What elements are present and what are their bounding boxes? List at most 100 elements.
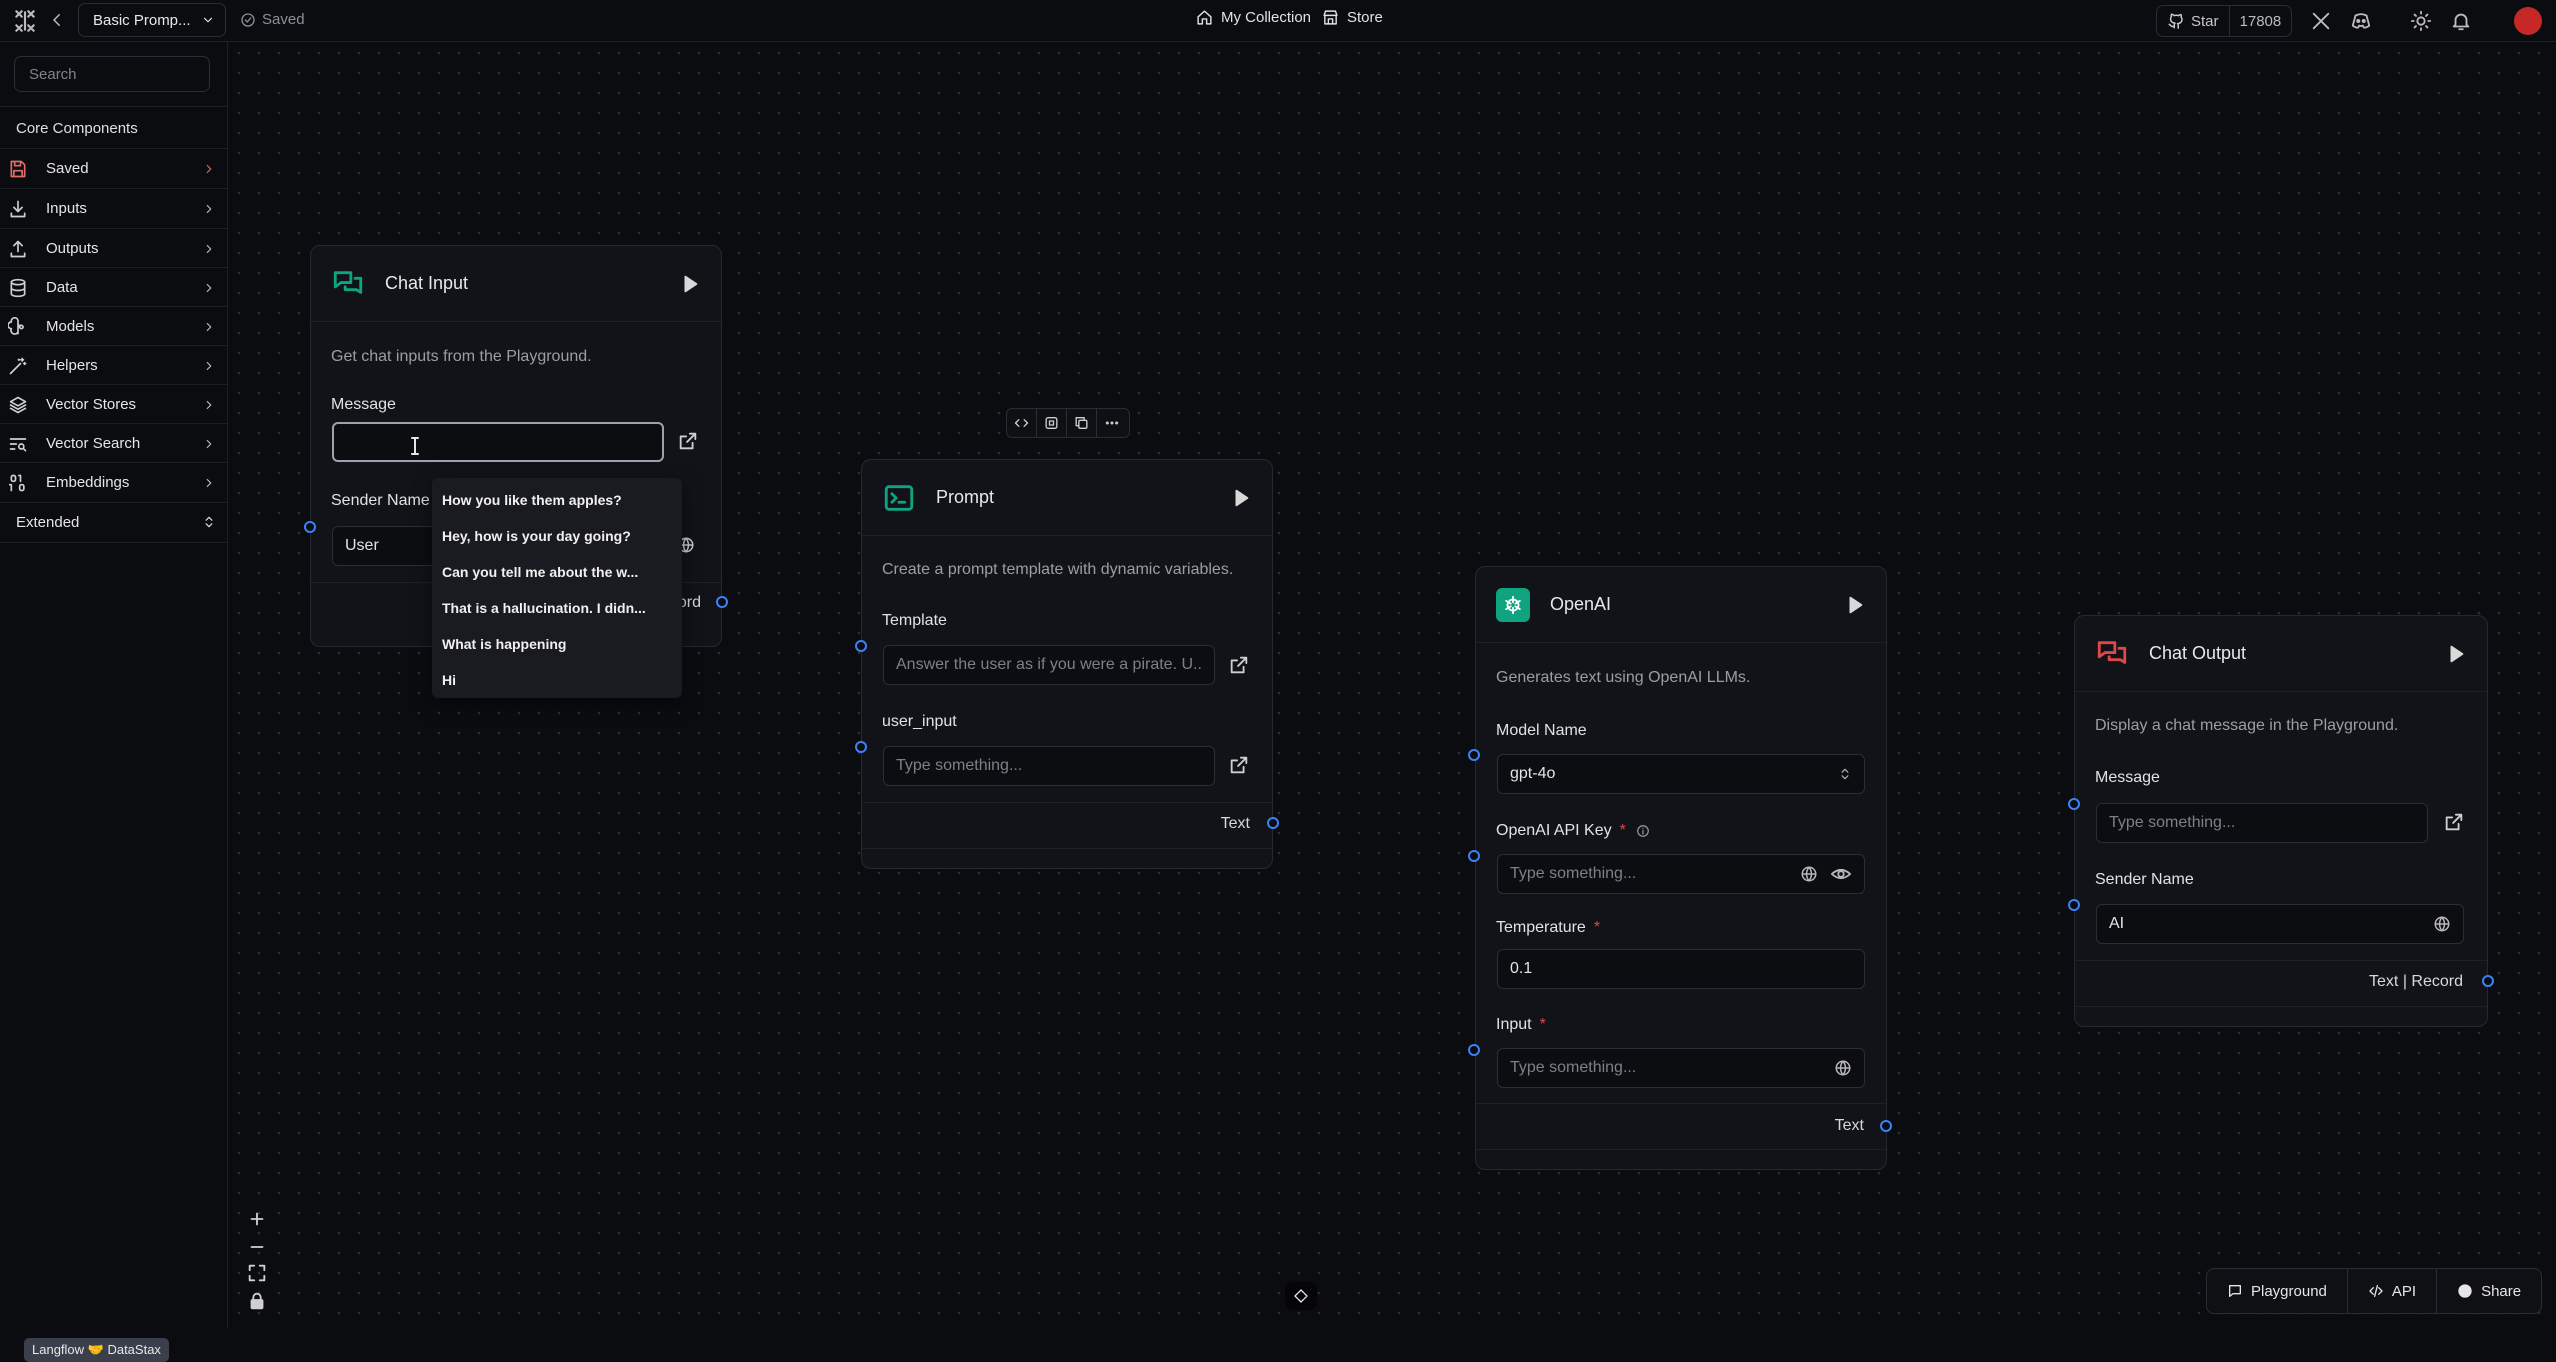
wand-icon (8, 356, 28, 376)
external-link-icon[interactable] (1228, 654, 1250, 676)
sidebar-item-vector-stores[interactable]: Vector Stores (0, 385, 228, 424)
prompt-output-handle[interactable] (1267, 817, 1279, 829)
sidebar-item-helpers[interactable]: Helpers (0, 346, 228, 385)
brain-icon (8, 316, 28, 337)
x-twitter-icon[interactable] (2310, 10, 2332, 32)
duplicate-icon[interactable] (1067, 409, 1097, 437)
openai-output-handle[interactable] (1880, 1120, 1892, 1132)
store-icon (1322, 9, 1339, 26)
sun-icon[interactable] (2410, 10, 2432, 32)
freeze-icon[interactable] (1037, 409, 1067, 437)
sidebar-item-inputs[interactable]: Inputs (0, 189, 228, 228)
more-icon[interactable] (1097, 409, 1127, 437)
sidebar-item-saved[interactable]: Saved (0, 149, 228, 188)
chevron-right-icon (202, 359, 216, 373)
sidebar-item-embeddings[interactable]: Embeddings (0, 463, 228, 502)
chat-input-input-handle[interactable] (304, 521, 316, 533)
globe-icon[interactable] (1800, 865, 1818, 883)
node-footer (1476, 1149, 1886, 1150)
temperature-input[interactable]: 0.1 (1497, 949, 1865, 989)
info-icon[interactable] (1636, 824, 1650, 838)
suggestion-item[interactable]: What is happening (442, 626, 674, 662)
discord-icon[interactable] (2350, 10, 2372, 32)
sidebar-item-label: Data (46, 279, 78, 296)
nav-my-collection[interactable]: My Collection (1196, 9, 1311, 26)
playground-button[interactable]: Playground (2207, 1269, 2348, 1313)
message-input[interactable] (332, 422, 664, 462)
globe-icon[interactable] (2433, 915, 2451, 933)
prompt-node[interactable]: Prompt Create a prompt template with dyn… (861, 459, 1273, 869)
prompt-user-input-handle[interactable] (855, 741, 867, 753)
sidebar-item-label: Saved (46, 160, 89, 177)
terminal-icon (882, 481, 916, 515)
user-avatar[interactable] (2514, 7, 2542, 35)
search-input[interactable] (27, 64, 230, 84)
globe-icon[interactable] (1834, 1059, 1852, 1077)
openai-input-handle[interactable] (1468, 1044, 1480, 1056)
model-name-select[interactable]: gpt-4o (1497, 754, 1865, 794)
prompt-template-handle[interactable] (855, 640, 867, 652)
node-header: Prompt (862, 460, 1272, 536)
zoom-out-icon[interactable] (246, 1236, 268, 1258)
fit-view-icon[interactable] (246, 1262, 268, 1284)
database-icon (8, 278, 28, 298)
sidebar-item-outputs[interactable]: Outputs (0, 229, 228, 268)
flow-selector[interactable]: Basic Promp... (78, 3, 226, 37)
divider (0, 542, 228, 543)
suggestion-item[interactable]: Hey, how is your day going? (442, 518, 674, 554)
lock-icon[interactable] (246, 1290, 268, 1312)
home-icon (1196, 9, 1213, 26)
chat-output-output-handle[interactable] (2482, 975, 2494, 987)
openai-model-handle[interactable] (1468, 749, 1480, 761)
openai-input-field[interactable]: Type something... (1497, 1048, 1865, 1088)
eye-icon[interactable] (1830, 863, 1852, 885)
sidebar-search[interactable] (14, 56, 230, 92)
chat-input-output-handle[interactable] (716, 596, 728, 608)
sender-name-input[interactable]: AI (2096, 904, 2464, 944)
sidebar-item-models[interactable]: Models (0, 307, 228, 346)
temperature-value: 0.1 (1510, 960, 1533, 977)
chevron-right-icon (202, 398, 216, 412)
suggestion-item[interactable]: Hi (442, 662, 674, 698)
sidebar-item-data[interactable]: Data (0, 268, 228, 307)
play-icon[interactable] (1844, 594, 1866, 616)
sidebar-item-vector-search[interactable]: Vector Search (0, 424, 228, 463)
chat-output-sender-handle[interactable] (2068, 899, 2080, 911)
sidebar-extended-toggle[interactable]: Extended (0, 506, 228, 538)
node-header: Chat Output (2075, 616, 2487, 692)
chevron-left-icon[interactable] (48, 11, 66, 29)
external-link-icon[interactable] (1228, 754, 1250, 776)
nav-store[interactable]: Store (1322, 9, 1383, 26)
external-link-icon[interactable] (677, 430, 699, 452)
langflow-logo-icon[interactable] (12, 8, 38, 34)
chat-output-node[interactable]: Chat Output Display a chat message in th… (2074, 615, 2488, 1027)
langflow-datastax-badge[interactable]: Langflow 🤝 DataStax (24, 1338, 169, 1362)
share-button[interactable]: Share (2437, 1269, 2541, 1313)
openai-api-key-handle[interactable] (1468, 850, 1480, 862)
zoom-in-icon[interactable] (246, 1208, 268, 1230)
api-key-input[interactable]: Type something... (1497, 854, 1865, 894)
github-star-button[interactable]: Star 17808 (2156, 5, 2293, 37)
template-input[interactable]: Answer the user as if you were a pirate.… (883, 645, 1215, 685)
suggestion-item[interactable]: That is a hallucination. I didn... (442, 590, 674, 626)
suggestion-item[interactable]: Can you tell me about the w... (442, 554, 674, 590)
bell-icon[interactable] (2450, 10, 2472, 32)
openai-node[interactable]: OpenAI Generates text using OpenAI LLMs.… (1475, 566, 1887, 1170)
user-input-field[interactable]: Type something... (883, 746, 1215, 786)
code-icon[interactable] (1007, 409, 1037, 437)
play-icon[interactable] (679, 273, 701, 295)
play-icon[interactable] (2445, 643, 2467, 665)
chevron-right-icon (202, 320, 216, 334)
chevron-right-icon (202, 437, 216, 451)
external-link-icon[interactable] (2443, 811, 2465, 833)
chat-output-message-handle[interactable] (2068, 798, 2080, 810)
recenter-button[interactable] (1285, 1282, 1317, 1310)
api-button[interactable]: API (2348, 1269, 2438, 1313)
download-icon (8, 199, 28, 219)
saved-label: Saved (262, 11, 305, 28)
api-label: API (2391, 1282, 2417, 1300)
message-input[interactable]: Type something... (2096, 803, 2428, 843)
suggestion-item[interactable]: How you like them apples? (442, 482, 674, 518)
user-input-placeholder: Type something... (896, 757, 1023, 774)
play-icon[interactable] (1230, 487, 1252, 509)
